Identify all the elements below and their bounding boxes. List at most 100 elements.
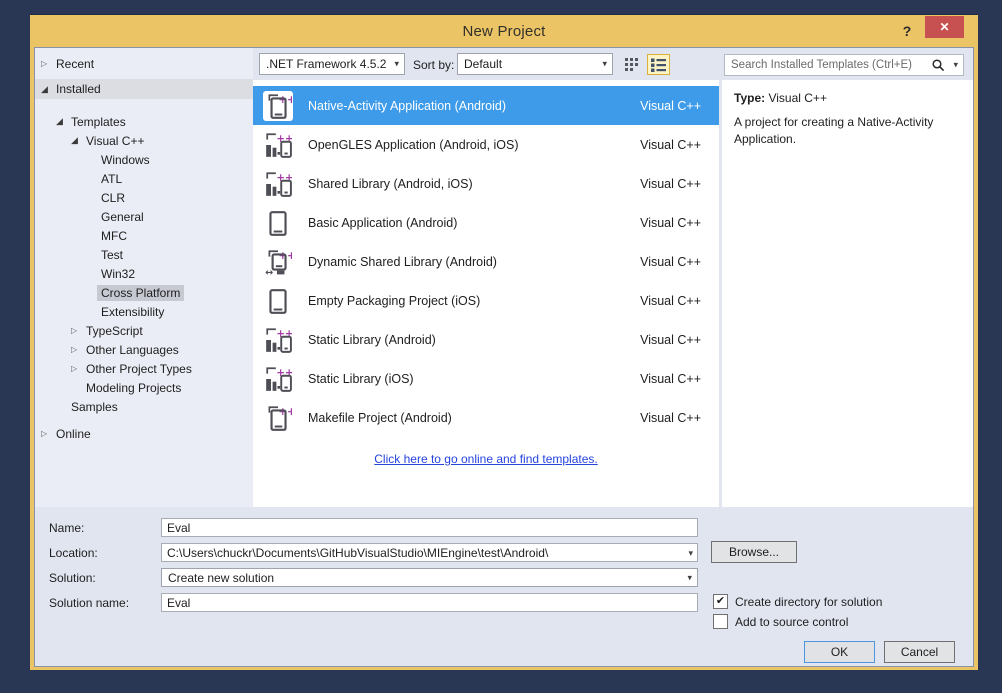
sidebar-item-visual-c[interactable]: ◢Visual C++ [35, 131, 253, 150]
template-list-item[interactable]: ++Native-Activity Application (Android)V… [253, 86, 719, 125]
tree-collapsed-icon[interactable]: ▷ [41, 429, 56, 438]
sidebar-item-extensibility[interactable]: Extensibility [35, 302, 253, 321]
template-language: Visual C++ [640, 372, 701, 386]
template-list-item[interactable]: ++↔Dynamic Shared Library (Android)Visua… [253, 242, 719, 281]
tree-collapsed-icon[interactable]: ▷ [71, 364, 86, 373]
sidebar-item-other-project-types[interactable]: ▷Other Project Types [35, 359, 253, 378]
sidebar-item-typescript[interactable]: ▷TypeScript [35, 321, 253, 340]
template-description: A project for creating a Native-Activity… [734, 114, 949, 148]
sidebar-item-test[interactable]: Test [35, 245, 253, 264]
sort-dropdown-value: Default [464, 57, 502, 71]
sidebar-item-templates[interactable]: ◢Templates [35, 112, 253, 131]
tree-expanded-icon[interactable]: ◢ [71, 135, 86, 146]
template-icon-phone-plain [263, 286, 293, 316]
template-name: Makefile Project (Android) [308, 411, 452, 425]
online-templates-link[interactable]: Click here to go online and find templat… [253, 452, 719, 466]
sidebar-item-samples[interactable]: Samples [35, 397, 253, 416]
sidebar-item-label: Other Project Types [86, 362, 192, 376]
sidebar-item-label: Test [101, 248, 123, 262]
template-name: OpenGLES Application (Android, iOS) [308, 138, 519, 152]
template-icon-phone-pp-link: ++↔ [263, 247, 293, 277]
sidebar-item-clr[interactable]: CLR [35, 188, 253, 207]
template-list-item[interactable]: Basic Application (Android)Visual C++ [253, 203, 719, 242]
template-language: Visual C++ [640, 411, 701, 425]
template-name: Empty Packaging Project (iOS) [308, 294, 480, 308]
cancel-button[interactable]: Cancel [884, 641, 955, 663]
sidebar-item-label: Templates [71, 115, 126, 129]
sidebar-item-label: ATL [101, 172, 122, 186]
checkbox-group: ✔Create directory for solution Add to sou… [713, 594, 882, 629]
template-list-item[interactable]: ++Static Library (iOS)Visual C++ [253, 359, 719, 398]
checkbox-add-to-source-control[interactable]: Add to source control [713, 614, 882, 629]
sidebar-item-modeling-projects[interactable]: Modeling Projects [35, 378, 253, 397]
template-list-item[interactable]: ++ Shared Library (Android, iOS) Visual C+… [253, 164, 719, 203]
project-name-input[interactable] [161, 518, 698, 537]
chevron-down-icon[interactable]: ▾ [688, 548, 693, 559]
tree-expanded-icon[interactable]: ◢ [56, 116, 71, 127]
search-input[interactable] [725, 59, 931, 71]
framework-dropdown[interactable]: .NET Framework 4.5.2 ▾ [259, 53, 405, 75]
location-label: Location: [49, 546, 98, 560]
tree-collapsed-icon[interactable]: ▷ [71, 345, 86, 354]
chevron-down-icon: ▾ [394, 59, 399, 70]
sidebar-item-other-languages[interactable]: ▷Other Languages [35, 340, 253, 359]
new-project-dialog: New Project ? ✕ ▷Recent◢Installed◢Templa… [30, 14, 978, 670]
template-icon-devices-pp: ++ [263, 325, 293, 355]
close-icon: ✕ [939, 20, 949, 34]
dialog-content: ▷Recent◢Installed◢Templates◢Visual C++Wi… [34, 47, 974, 667]
ok-button[interactable]: OK [804, 641, 875, 663]
help-button[interactable]: ? [896, 20, 918, 42]
template-language: Visual C++ [640, 294, 701, 308]
sidebar-item-mfc[interactable]: MFC [35, 226, 253, 245]
sidebar-item-windows[interactable]: Windows [35, 150, 253, 169]
small-icons-view-button[interactable] [623, 55, 642, 74]
sidebar-item-win32[interactable]: Win32 [35, 264, 253, 283]
sidebar-item-atl[interactable]: ATL [35, 169, 253, 188]
checkbox-checked-icon[interactable]: ✔ [713, 594, 728, 609]
solution-dropdown-value: Create new solution [168, 571, 274, 585]
sidebar-item-label: Samples [71, 400, 118, 414]
template-list-item[interactable]: Empty Packaging Project (iOS) Visual C++ [253, 281, 719, 320]
template-icon-phone-pp: ++ [263, 403, 293, 433]
sidebar-item-online[interactable]: ▷Online [35, 424, 253, 443]
search-icon[interactable] [931, 58, 945, 72]
svg-text:++: ++ [276, 133, 292, 144]
close-button[interactable]: ✕ [925, 16, 964, 38]
tree-collapsed-icon[interactable]: ▷ [41, 59, 56, 68]
template-list-item[interactable]: ++ Makefile Project (Android) Visual C++ [253, 398, 719, 437]
sidebar-item-general[interactable]: General [35, 207, 253, 226]
tree-expanded-icon[interactable]: ◢ [41, 84, 56, 95]
sidebar-item-recent[interactable]: ▷Recent [35, 54, 253, 73]
sidebar-item-label: Extensibility [101, 305, 164, 319]
solution-name-input[interactable] [161, 593, 698, 612]
template-name: Shared Library (Android, iOS) [308, 177, 473, 191]
location-input[interactable] [161, 543, 698, 562]
sidebar-item-label: General [101, 210, 144, 224]
sort-dropdown[interactable]: Default ▾ [457, 53, 613, 75]
sidebar-item-cross-platform[interactable]: Cross Platform [35, 283, 253, 302]
checkbox-create-directory-for-solution[interactable]: ✔Create directory for solution [713, 594, 882, 609]
template-language: Visual C++ [640, 333, 701, 347]
svg-text:++: ++ [276, 367, 292, 378]
solution-dropdown[interactable]: Create new solution ▾ [161, 568, 698, 587]
list-view-button[interactable] [647, 54, 670, 75]
help-icon: ? [903, 23, 912, 39]
template-language: Visual C++ [640, 138, 701, 152]
sidebar-item-label: Win32 [101, 267, 135, 281]
template-icon-devices-pp: ++ [263, 169, 293, 199]
search-options-chevron-icon[interactable]: ▾ [953, 60, 958, 71]
browse-button[interactable]: Browse... [711, 541, 797, 563]
template-icon-devices-pp: ++ [263, 364, 293, 394]
sidebar-item-label: Visual C++ [86, 134, 144, 148]
template-list-item[interactable]: ++ OpenGLES Application (Android, iOS) Vis… [253, 125, 719, 164]
sidebar-item-installed[interactable]: ◢Installed [35, 79, 253, 99]
checkbox-unchecked-icon[interactable] [713, 614, 728, 629]
template-language: Visual C++ [640, 177, 701, 191]
template-language: Visual C++ [640, 255, 701, 269]
tree-collapsed-icon[interactable]: ▷ [71, 326, 86, 335]
template-list-item[interactable]: ++Static Library (Android)Visual C++ [253, 320, 719, 359]
sort-by-label: Sort by: [413, 58, 454, 72]
dialog-titlebar[interactable]: New Project ? ✕ [30, 15, 978, 47]
sidebar-item-label: TypeScript [86, 324, 143, 338]
checkbox-label: Add to source control [735, 615, 848, 629]
